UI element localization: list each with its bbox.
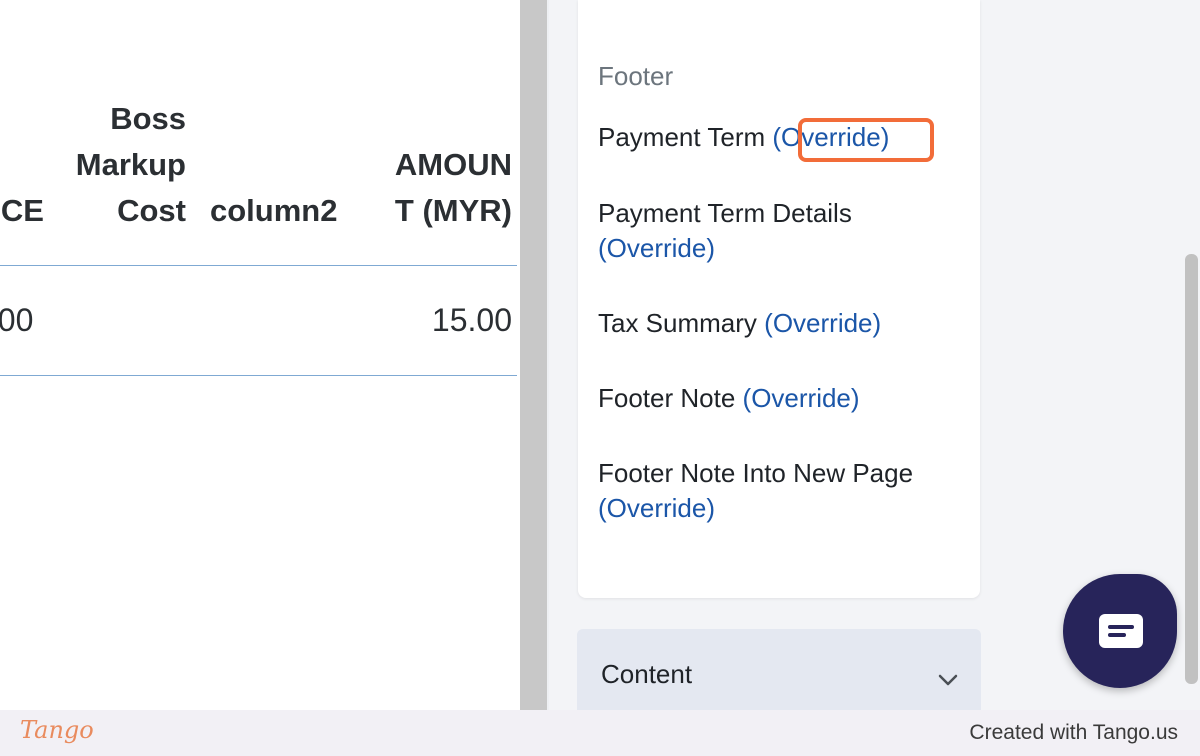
header-divider xyxy=(0,265,517,266)
scrollbar-thumb[interactable] xyxy=(1185,254,1198,684)
setting-label: Payment Term Details xyxy=(598,198,852,228)
row-amount: 15.00 xyxy=(431,302,512,338)
chat-button[interactable] xyxy=(1063,574,1177,688)
footer-note-override-link[interactable]: (Override) xyxy=(743,383,860,413)
setting-tax-summary: Tax Summary (Override) xyxy=(598,306,968,341)
header-amount: AMOUN T (MYR) xyxy=(394,147,512,228)
payment-term-details-override-link[interactable]: (Override) xyxy=(598,231,968,266)
pane-splitter[interactable] xyxy=(520,0,547,710)
chat-bubble-icon xyxy=(1099,614,1143,648)
tango-footer-bar: Tango Created with Tango.us xyxy=(0,710,1200,756)
setting-label: Footer Note Into New Page xyxy=(598,458,914,488)
chevron-down-icon xyxy=(938,674,958,686)
setting-label: Tax Summary xyxy=(598,308,757,338)
setting-footer-note-new-page: Footer Note Into New Page (Override) xyxy=(598,456,968,526)
setting-footer-note: Footer Note (Override) xyxy=(598,381,968,416)
header-column2: column2 xyxy=(210,193,338,228)
tango-credit-text: Created with Tango.us xyxy=(969,721,1178,744)
content-accordion-header[interactable]: Content xyxy=(577,629,981,710)
setting-label: Footer Note xyxy=(598,383,736,413)
content-section-label: Content xyxy=(601,659,693,689)
row-price-partial: 000 xyxy=(0,302,34,338)
setting-label: Payment Term xyxy=(598,122,766,152)
tax-summary-override-link[interactable]: (Override) xyxy=(764,308,881,338)
tango-logo: Tango xyxy=(20,716,94,744)
footer-note-new-page-override-link[interactable]: (Override) xyxy=(598,491,968,526)
footer-section-title: Footer xyxy=(598,61,674,91)
invoice-preview-pane: CE Boss Markup Cost column2 AMOUN T (MYR… xyxy=(0,0,520,710)
row-divider xyxy=(0,375,517,376)
setting-payment-term-details: Payment Term Details (Override) xyxy=(598,196,968,266)
header-boss-markup-cost: Boss Markup Cost xyxy=(75,101,186,228)
footer-settings-card: Footer Payment Term (Override) Payment T… xyxy=(578,0,980,598)
highlight-box xyxy=(798,118,934,162)
